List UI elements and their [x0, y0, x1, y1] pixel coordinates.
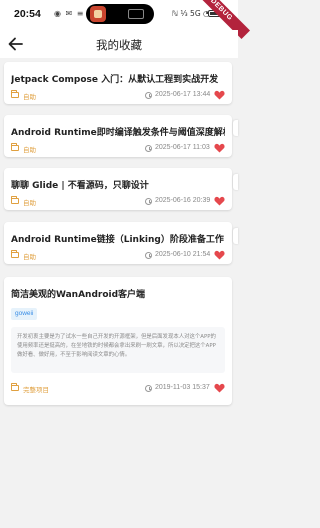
scroll-edge-indicator — [233, 120, 238, 136]
date-label: 2025-06-10 21:54 — [155, 251, 211, 258]
page-title: 我的收藏 — [96, 38, 142, 52]
dynamic-island — [86, 4, 154, 24]
article-title: Android Runtime链接（Linking）阶段准备工作 — [11, 235, 224, 245]
media-indicator-icon — [128, 9, 144, 19]
date-label: 2019-11-03 15:37 — [155, 384, 210, 391]
clock-icon — [145, 197, 152, 205]
status-time: 20:54 — [14, 8, 41, 20]
folder-icon — [11, 90, 19, 98]
card-footer: 自助 2025-06-16 20:39 — [11, 196, 225, 208]
category-label: 自助 — [23, 93, 36, 101]
heart-icon[interactable] — [214, 196, 225, 206]
card-footer: 完整项目 2019-11-03 15:37 — [11, 383, 225, 395]
app-bar: 我的收藏 — [0, 30, 238, 58]
category-label: 完整项目 — [23, 386, 49, 394]
article-title: 聊聊 Glide | 不看源码，只聊设计 — [11, 181, 149, 191]
clock-icon — [145, 251, 152, 259]
favorite-card[interactable]: 聊聊 Glide | 不看源码，只聊设计 自助 2025-06-16 20:39 — [4, 168, 232, 210]
article-title: 简洁美观的WanAndroid客户端 — [11, 290, 146, 300]
notification-icons: ◉ ✉ ≡ — [54, 9, 85, 18]
heart-icon[interactable] — [214, 143, 225, 153]
folder-icon — [11, 250, 19, 258]
card-footer: 自助 2025-06-17 11:03 — [11, 143, 225, 155]
app-thumbnail-icon — [90, 6, 106, 22]
status-bar: 20:54 ◉ ✉ ≡ ℕ ⅓ 5G ◔ DEBUG — [0, 0, 250, 39]
signal-icons: ℕ ⅓ 5G ◔ — [172, 9, 210, 18]
heart-icon[interactable] — [214, 250, 225, 260]
card-footer: 自助 2025-06-17 13:44 — [11, 90, 225, 102]
date-label: 2025-06-17 13:44 — [155, 91, 211, 98]
folder-icon — [11, 383, 19, 391]
folder-icon — [11, 143, 19, 151]
category-label: 自助 — [23, 253, 36, 261]
folder-icon — [11, 196, 19, 204]
favorite-card[interactable]: Android Runtime链接（Linking）阶段准备工作 自助 2025… — [4, 222, 232, 264]
article-title: Jetpack Compose 入门：从默认工程到实战开发 — [11, 75, 219, 85]
card-footer: 自助 2025-06-10 21:54 — [11, 250, 225, 262]
date-label: 2025-06-16 20:39 — [155, 197, 211, 204]
favorite-card[interactable]: Android Runtime即时编译触发条件与阈值深度解析 自助 2025-0… — [4, 115, 232, 157]
category-label: 自助 — [23, 199, 36, 207]
clock-icon — [145, 144, 152, 152]
scroll-edge-indicator — [233, 174, 238, 190]
article-title: Android Runtime即时编译触发条件与阈值深度解析 — [11, 128, 225, 138]
favorite-card[interactable]: 简洁美观的WanAndroid客户端 goweii 开发初衷主要是为了试水一些自… — [4, 277, 232, 405]
category-label: 自助 — [23, 146, 36, 154]
heart-icon[interactable] — [214, 383, 225, 393]
scroll-edge-indicator — [233, 228, 238, 244]
author-chip[interactable]: goweii — [11, 308, 38, 320]
article-description: 开发初衷主要是为了试水一些自己开发的开源框架，但是后面发现本人对这个APP的使用… — [11, 327, 225, 373]
favorite-card[interactable]: Jetpack Compose 入门：从默认工程到实战开发 自助 2025-06… — [4, 62, 232, 104]
clock-icon — [145, 91, 152, 99]
date-label: 2025-06-17 11:03 — [155, 144, 210, 151]
heart-icon[interactable] — [214, 90, 225, 100]
clock-icon — [145, 384, 152, 392]
